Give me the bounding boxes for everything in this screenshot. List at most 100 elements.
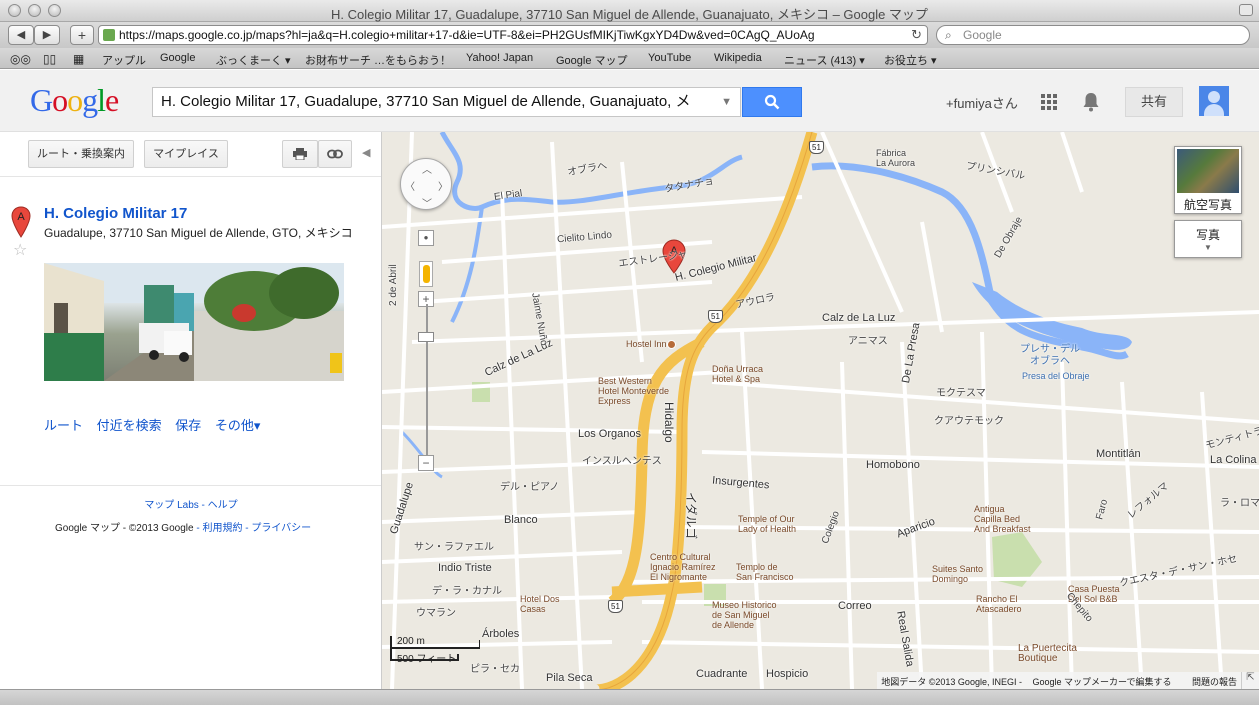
street-label: Pila Seca xyxy=(546,672,593,684)
bookmarks-bar: ◎◎ ▯▯ ▦ アップル Google ぶっくまーく ▾ お財布サーチ …をもら… xyxy=(0,48,1259,69)
scale-imperial: 500 フィート xyxy=(397,654,457,665)
notifications-bell-icon[interactable] xyxy=(1082,92,1100,117)
poi-label: Rancho El Atascadero xyxy=(976,594,1022,614)
pan-down-icon[interactable]: ﹀ xyxy=(422,195,432,210)
zoom-slider-thumb[interactable] xyxy=(418,332,434,342)
street-label: デ・ラ・カナル xyxy=(432,586,502,597)
route-transit-button[interactable]: ルート・乗換案内 xyxy=(28,140,134,168)
divider xyxy=(0,176,381,177)
chevron-down-icon: ▼ xyxy=(1204,243,1212,252)
poi-label: Best Western Hotel Monteverde Express xyxy=(598,376,670,406)
zoom-slider-track[interactable] xyxy=(426,304,428,462)
maps-search-button[interactable] xyxy=(742,87,802,117)
bookmark-item[interactable]: Google xyxy=(160,52,195,64)
google-logo[interactable]: Google xyxy=(30,82,119,119)
reading-list-icon[interactable]: ◎◎ xyxy=(10,52,31,66)
route-link[interactable]: ルート xyxy=(44,418,83,433)
bookmarks-book-icon[interactable]: ▯▯ xyxy=(43,52,56,66)
bookmark-item[interactable]: YouTube xyxy=(648,52,691,64)
share-button[interactable]: 共有 xyxy=(1125,87,1183,117)
divider xyxy=(0,485,381,486)
street-label: ラ・ロマ xyxy=(1220,498,1259,509)
street-label: ピラ・セカ xyxy=(470,664,520,675)
bookmark-item[interactable]: アップル xyxy=(102,52,146,68)
print-button[interactable] xyxy=(282,140,318,168)
search-nearby-link[interactable]: 付近を検索 xyxy=(97,418,162,433)
poi-label: Templo de San Francisco xyxy=(736,562,794,582)
bookmark-item[interactable]: Yahoo! Japan xyxy=(466,52,533,64)
satellite-thumbnail xyxy=(1177,149,1239,193)
pan-control[interactable]: ︿ ﹀ 〈 〉 xyxy=(400,158,452,210)
bookmark-item[interactable]: お役立ち ▾ xyxy=(884,52,937,68)
toolbar-toggle-button[interactable] xyxy=(1239,4,1253,16)
my-places-button[interactable]: マイプレイス xyxy=(144,140,228,168)
street-label: ウマラン xyxy=(416,608,456,619)
street-view-image xyxy=(44,263,344,381)
bookmark-item[interactable]: ぶっくまーく ▾ xyxy=(216,52,291,68)
link-icon xyxy=(327,149,343,159)
link-button[interactable] xyxy=(318,140,352,168)
bookmark-item[interactable]: Wikipedia xyxy=(714,52,762,64)
favicon-icon xyxy=(103,29,115,41)
url-text: https://maps.google.co.jp/maps?hl=ja&q=H… xyxy=(119,28,815,42)
search-dropdown-icon[interactable]: ▼ xyxy=(721,88,732,116)
street-view-thumbnail[interactable] xyxy=(44,263,344,381)
satellite-view-button[interactable]: 航空写真 xyxy=(1174,146,1242,214)
pan-right-icon[interactable]: 〉 xyxy=(438,178,448,193)
address-bar[interactable]: https://maps.google.co.jp/maps?hl=ja&q=H… xyxy=(98,25,928,45)
user-avatar[interactable] xyxy=(1199,86,1229,116)
more-link[interactable]: その他▾ xyxy=(215,418,261,433)
browser-search-placeholder: Google xyxy=(963,28,1002,42)
street-label: Cuadrante xyxy=(696,668,748,680)
highway-shield: 51 xyxy=(708,310,723,323)
zoom-out-button[interactable]: − xyxy=(418,455,434,471)
maps-labs-help-link[interactable]: マップ Labs - ヘルプ xyxy=(0,496,382,511)
highway-shield: 51 xyxy=(608,600,623,613)
bookmark-item[interactable]: ニュース (413) ▾ xyxy=(784,52,865,68)
footer-brand: Google マップ xyxy=(55,523,121,534)
street-label: モクテスマ xyxy=(936,388,986,399)
reload-icon[interactable]: ↻ xyxy=(911,26,922,44)
map-scale: 200 m 500 フィート xyxy=(390,636,480,665)
street-label: Indio Triste xyxy=(438,562,492,574)
footer-copyright: - ©2013 Google xyxy=(120,523,194,534)
print-icon xyxy=(293,148,307,161)
collapse-panel-icon[interactable]: ◀ xyxy=(362,146,370,159)
satellite-label: 航空写真 xyxy=(1183,198,1232,212)
pan-left-icon[interactable]: 〈 xyxy=(405,178,415,193)
browser-search-input[interactable]: ⌕ Google xyxy=(936,25,1250,45)
mapmaker-link[interactable]: Google マップメーカーで編集する xyxy=(1032,677,1171,687)
photos-layer-button[interactable]: 写真 ▼ xyxy=(1174,220,1242,258)
back-button[interactable]: ◀ xyxy=(8,25,34,45)
save-link[interactable]: 保存 xyxy=(175,418,201,433)
add-bookmark-button[interactable]: + xyxy=(70,25,94,45)
user-name-link[interactable]: +fumiyaさん xyxy=(946,93,1018,112)
poi-label: Hostel Inn xyxy=(626,339,678,350)
street-label: サン・ラファエル xyxy=(414,542,494,553)
expand-corner-icon[interactable]: ⇱ xyxy=(1241,672,1259,689)
map-data-copyright: 地図データ ©2013 Google, INEGI - xyxy=(881,677,1022,687)
result-address: Guadalupe, 37710 San Miguel de Allende, … xyxy=(44,226,353,240)
street-label: 2 de Abril xyxy=(388,264,399,306)
street-label: Hidalgo xyxy=(662,402,676,443)
result-title-link[interactable]: H. Colegio Militar 17 xyxy=(44,205,187,222)
maps-search-input[interactable]: H. Colegio Militar 17, Guadalupe, 37710 … xyxy=(152,87,741,117)
poi-label: Hotel Dos Casas xyxy=(520,594,560,614)
search-icon xyxy=(764,94,780,110)
forward-button[interactable]: ▶ xyxy=(34,25,60,45)
terms-privacy-links[interactable]: - 利用規約 - プライバシー xyxy=(194,523,311,534)
map-canvas[interactable]: A H. Colegio Militar Cielito Lindo エストレー… xyxy=(382,132,1259,689)
zoom-reset-button[interactable]: ● xyxy=(418,230,434,246)
poi-label: Doña Urraca Hotel & Spa xyxy=(712,364,764,384)
report-problem-link[interactable]: 問題の報告 xyxy=(1192,677,1237,687)
pegman-icon[interactable] xyxy=(419,261,433,287)
top-sites-grid-icon[interactable]: ▦ xyxy=(73,52,84,66)
pan-up-icon[interactable]: ︿ xyxy=(422,161,432,176)
apps-grid-icon[interactable] xyxy=(1041,94,1057,110)
bookmark-item[interactable]: Google マップ xyxy=(556,52,628,68)
result-actions: ルート 付近を検索 保存 その他▾ xyxy=(44,415,270,434)
marker-a-icon: A xyxy=(11,206,31,238)
browser-status-bar xyxy=(0,689,1259,705)
bookmark-item[interactable]: お財布サーチ …をもらおう！ xyxy=(305,52,451,68)
star-icon[interactable]: ☆ xyxy=(13,240,27,260)
